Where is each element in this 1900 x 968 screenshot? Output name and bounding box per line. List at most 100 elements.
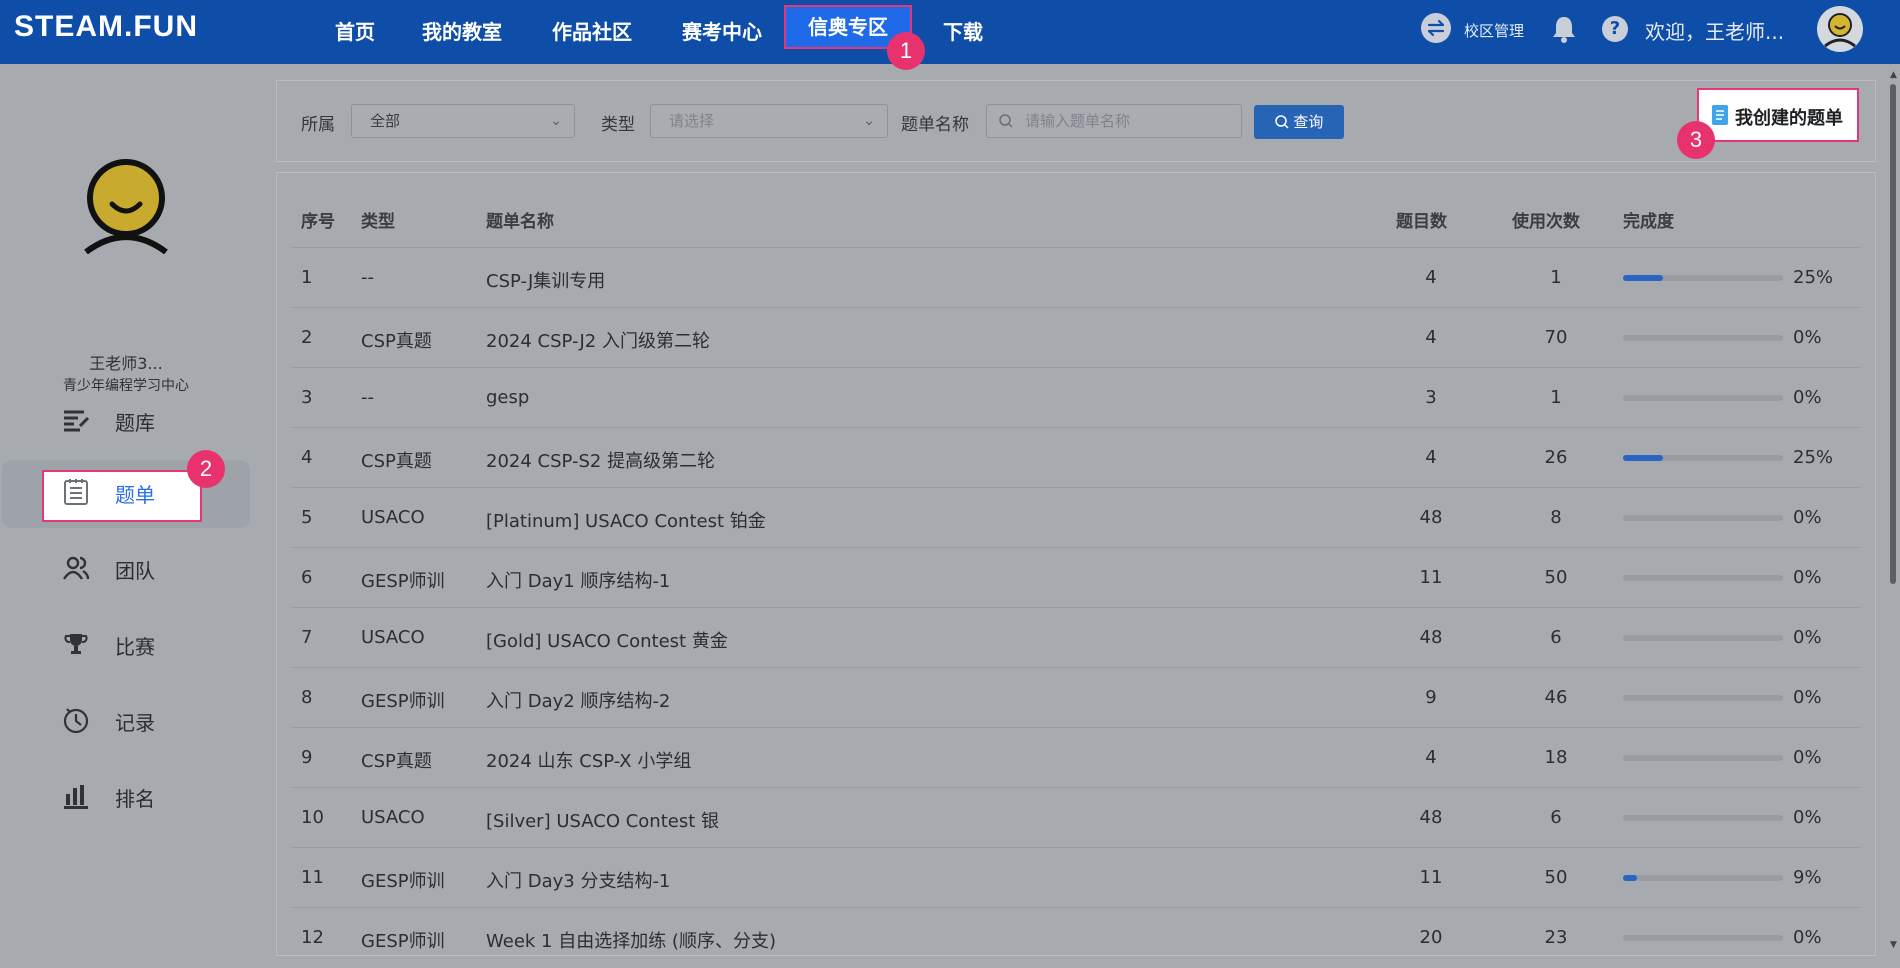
table-row[interactable]: 12 GESP师训 Week 1 自由选择加练 (顺序、分支) 20 23 0% [291, 907, 1861, 968]
cell-index: 11 [301, 867, 324, 888]
cell-problem-count: 48 [1419, 627, 1443, 648]
cell-type: USACO [361, 507, 425, 528]
table-row[interactable]: 5 USACO [Platinum] USACO Contest 铂金 48 8 0% [291, 487, 1861, 548]
sidebar-item-contest[interactable]: 比赛 [0, 614, 252, 674]
list-name-placeholder: 请输入题单名称 [1025, 112, 1131, 130]
belong-select-value: 全部 [370, 112, 401, 130]
type-select[interactable]: 请选择 ⌄ [650, 104, 888, 138]
cell-usage-count: 6 [1550, 807, 1562, 828]
scroll-up-arrow-icon[interactable]: ▲ [1890, 70, 1897, 80]
progress-bar [1623, 935, 1783, 941]
cell-type: -- [361, 387, 374, 408]
list-name-label: 题单名称 [901, 115, 969, 135]
cell-index: 6 [301, 567, 313, 588]
avatar[interactable] [1817, 6, 1863, 52]
cell-type: -- [361, 267, 374, 288]
cell-completion-percent: 25% [1793, 267, 1834, 288]
cell-type: CSP真题 [361, 331, 432, 352]
ranking-icon [62, 782, 90, 810]
table-row[interactable]: 11 GESP师训 入门 Day3 分支结构-1 11 50 9% [291, 847, 1861, 908]
sidebar-item-records[interactable]: 记录 [0, 690, 252, 750]
cell-list-name[interactable]: [Gold] USACO Contest 黄金 [486, 627, 728, 653]
cell-completion-percent: 0% [1793, 507, 1822, 528]
cell-completion-percent: 0% [1793, 627, 1822, 648]
cell-list-name[interactable]: 2024 CSP-S2 提高级第二轮 [486, 447, 715, 473]
sidebar-item-question-bank[interactable]: 题库 [0, 390, 252, 450]
cell-completion-percent: 0% [1793, 807, 1822, 828]
table-row[interactable]: 3 -- gesp 3 1 0% [291, 367, 1861, 428]
query-button[interactable]: 查询 [1254, 105, 1344, 139]
table-row[interactable]: 8 GESP师训 入门 Day2 顺序结构-2 9 46 0% [291, 667, 1861, 728]
progress-bar [1623, 395, 1783, 401]
cell-list-name[interactable]: 入门 Day1 顺序结构-1 [486, 567, 670, 593]
search-icon [1274, 113, 1294, 131]
cell-list-name[interactable]: [Platinum] USACO Contest 铂金 [486, 507, 766, 533]
column-header-type: 类型 [361, 212, 395, 232]
logo[interactable]: STEAM.FUN [14, 10, 198, 44]
cell-list-name[interactable]: gesp [486, 387, 529, 408]
trophy-icon [62, 630, 90, 658]
bell-icon[interactable] [1550, 14, 1578, 44]
search-icon [999, 105, 1013, 148]
table-row[interactable]: 9 CSP真题 2024 山东 CSP-X 小学组 4 18 0% [291, 727, 1861, 788]
sidebar-item-label: 记录 [115, 711, 155, 735]
cell-list-name[interactable]: 2024 山东 CSP-X 小学组 [486, 747, 691, 773]
welcome-text[interactable]: 欢迎，王老师... [1645, 16, 1784, 45]
nav-my-classroom[interactable]: 我的教室 [421, 14, 503, 50]
cell-index: 7 [301, 627, 313, 648]
cell-list-name[interactable]: CSP-J集训专用 [486, 267, 605, 293]
scrollbar[interactable]: ▲ ▼ [1888, 70, 1898, 954]
table-row[interactable]: 10 USACO [Silver] USACO Contest 银 48 6 0% [291, 787, 1861, 848]
scroll-down-arrow-icon[interactable]: ▼ [1890, 940, 1897, 950]
cell-completion-percent: 0% [1793, 327, 1822, 348]
cell-usage-count: 50 [1544, 867, 1568, 888]
sidebar-item-ranking[interactable]: 排名 [0, 766, 252, 826]
help-icon[interactable]: ? [1602, 16, 1628, 42]
progress-bar-fill [1623, 275, 1663, 281]
belong-label: 所属 [301, 115, 335, 135]
cell-type: GESP师训 [361, 691, 445, 712]
progress-bar [1623, 455, 1783, 461]
progress-bar [1623, 875, 1783, 881]
cell-list-name[interactable]: 入门 Day3 分支结构-1 [486, 867, 670, 893]
cell-type: CSP真题 [361, 751, 432, 772]
switch-campus-icon[interactable] [1421, 13, 1451, 43]
list-name-input[interactable]: 请输入题单名称 [986, 104, 1242, 138]
cell-list-name[interactable]: [Silver] USACO Contest 银 [486, 807, 719, 833]
cell-list-name[interactable]: 2024 CSP-J2 入门级第二轮 [486, 327, 710, 353]
cell-usage-count: 23 [1544, 927, 1568, 948]
table-row[interactable]: 6 GESP师训 入门 Day1 顺序结构-1 11 50 0% [291, 547, 1861, 608]
cell-completion-percent: 9% [1793, 867, 1822, 888]
table-row[interactable]: 1 -- CSP-J集训专用 4 1 25% [291, 247, 1861, 308]
cell-usage-count: 50 [1544, 567, 1568, 588]
progress-bar [1623, 515, 1783, 521]
cell-list-name[interactable]: Week 1 自由选择加练 (顺序、分支) [486, 927, 776, 953]
cell-completion-percent: 0% [1793, 687, 1822, 708]
cell-index: 3 [301, 387, 313, 408]
sidebar-item-label: 排名 [115, 787, 155, 811]
nav-home[interactable]: 首页 [331, 14, 379, 50]
table-row[interactable]: 4 CSP真题 2024 CSP-S2 提高级第二轮 4 26 25% [291, 427, 1861, 488]
scrollbar-thumb[interactable] [1890, 84, 1896, 584]
cell-index: 4 [301, 447, 313, 468]
my-created-lists-button[interactable]: 我创建的题单 [1697, 88, 1859, 142]
campus-management-link[interactable]: 校区管理 [1464, 20, 1524, 41]
sidebar-item-label: 团队 [115, 559, 155, 583]
my-created-lists-label: 我创建的题单 [1735, 108, 1843, 129]
chevron-down-icon: ⌄ [863, 113, 875, 129]
belong-select[interactable]: 全部 ⌄ [351, 104, 575, 138]
cell-type: GESP师训 [361, 571, 445, 592]
cell-list-name[interactable]: 入门 Day2 顺序结构-2 [486, 687, 670, 713]
column-header-problem-count: 题目数 [1396, 212, 1447, 232]
table-row[interactable]: 7 USACO [Gold] USACO Contest 黄金 48 6 0% [291, 607, 1861, 668]
nav-community[interactable]: 作品社区 [551, 14, 633, 50]
sidebar-item-label: 比赛 [115, 635, 155, 659]
cell-completion-percent: 0% [1793, 567, 1822, 588]
cell-problem-count: 48 [1419, 507, 1443, 528]
nav-exam-center[interactable]: 赛考中心 [681, 14, 763, 50]
sidebar-item-team[interactable]: 团队 [0, 538, 252, 598]
profile-avatar [80, 154, 172, 258]
table-row[interactable]: 2 CSP真题 2024 CSP-J2 入门级第二轮 4 70 0% [291, 307, 1861, 368]
nav-download[interactable]: 下载 [941, 14, 985, 50]
progress-bar [1623, 335, 1783, 341]
